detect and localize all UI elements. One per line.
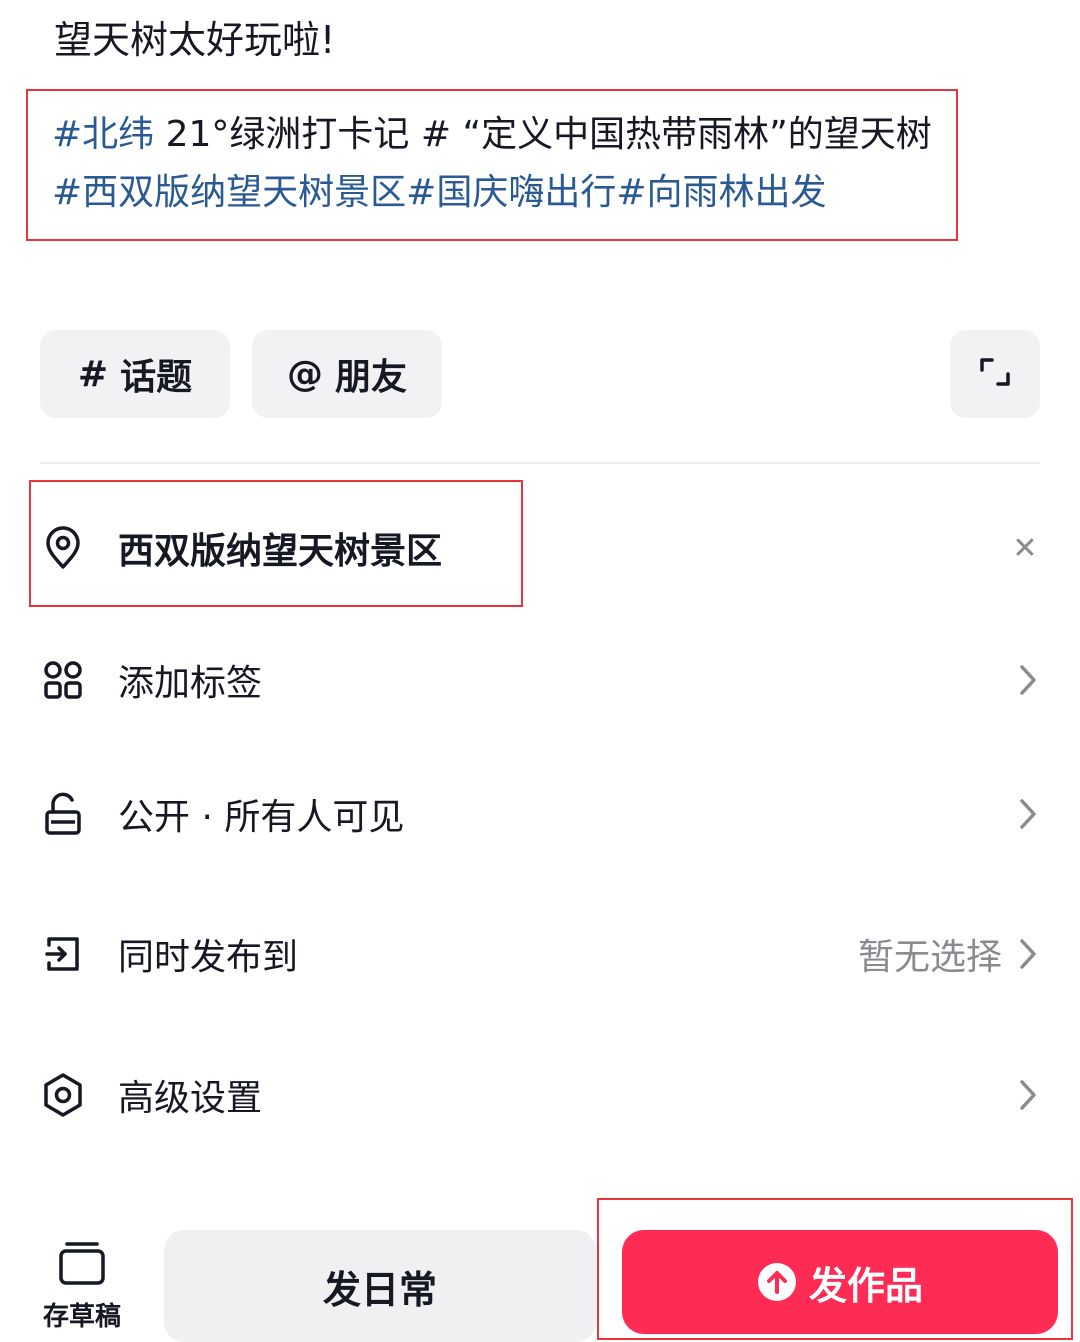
chevron-right-icon: [1016, 660, 1040, 700]
hash-icon: #: [77, 353, 109, 395]
post-title[interactable]: 望天树太好玩啦!: [54, 14, 335, 66]
visibility-label: 公开 · 所有人可见: [118, 797, 405, 838]
annotation-box-location: [29, 480, 523, 607]
expand-icon: [977, 354, 1013, 394]
save-draft-label: 存草稿: [42, 1302, 121, 1332]
mention-friend-label: 朋友: [334, 357, 407, 398]
advanced-settings-row[interactable]: 高级设置: [40, 1055, 1040, 1135]
topic-chip-button[interactable]: # 话题: [40, 330, 230, 418]
expand-editor-button[interactable]: [950, 330, 1040, 418]
chevron-right-icon: [1016, 1075, 1040, 1115]
at-icon: @: [286, 353, 323, 395]
save-draft-button[interactable]: 存草稿: [36, 1240, 128, 1340]
mention-friend-button[interactable]: @ 朋友: [252, 330, 442, 418]
post-daily-button[interactable]: 发日常: [164, 1230, 596, 1342]
chevron-right-icon: [1016, 934, 1040, 974]
advanced-settings-label: 高级设置: [118, 1078, 263, 1119]
grid-tags-icon: [40, 657, 86, 703]
annotation-box-description: [26, 89, 958, 241]
add-tags-row[interactable]: 添加标签: [40, 640, 1040, 720]
add-tags-label: 添加标签: [118, 663, 263, 704]
annotation-box-publish: [597, 1198, 1073, 1340]
divider: [40, 462, 1040, 464]
share-out-icon: [40, 931, 86, 977]
close-icon[interactable]: ✕: [1010, 528, 1040, 568]
draft-box-icon: [57, 1240, 107, 1290]
sync-publish-row[interactable]: 同时发布到 暂无选择: [40, 914, 1040, 994]
unlock-icon: [40, 791, 86, 837]
post-daily-label: 发日常: [322, 1267, 437, 1312]
sync-publish-label: 同时发布到: [118, 937, 299, 978]
visibility-row[interactable]: 公开 · 所有人可见: [40, 774, 1040, 854]
hexagon-settings-icon: [40, 1072, 86, 1118]
chevron-right-icon: [1016, 794, 1040, 834]
sync-publish-value: 暂无选择: [857, 937, 1002, 978]
topic-chip-label: 话题: [120, 357, 193, 398]
